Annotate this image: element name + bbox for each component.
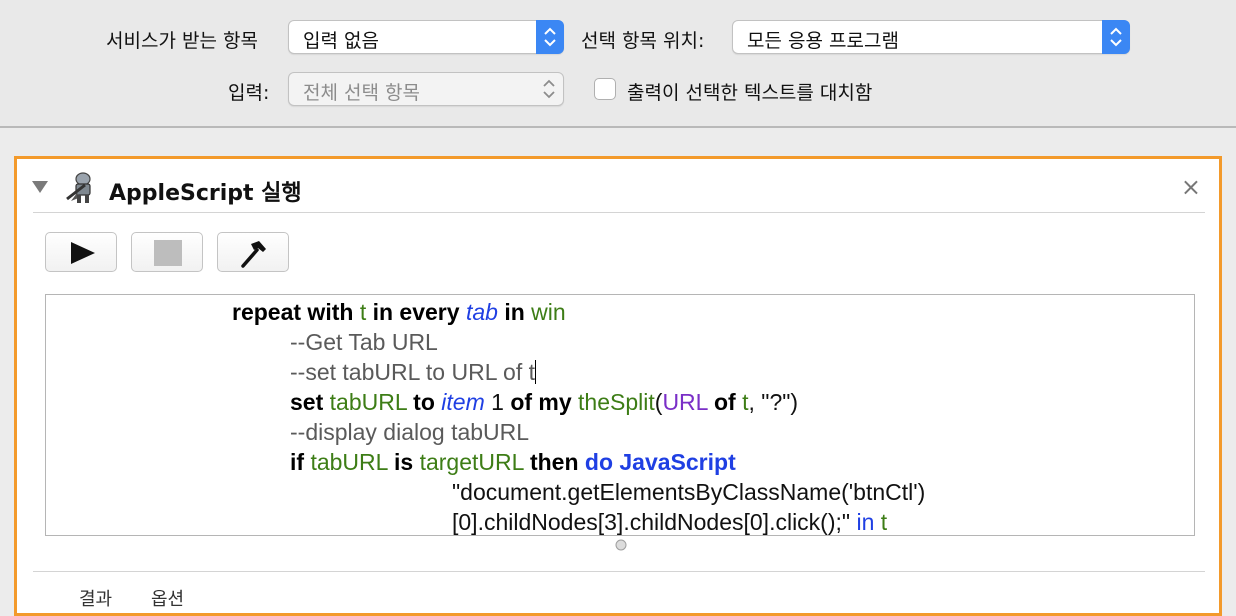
play-icon (71, 242, 95, 264)
code-line: "document.getElementsByClassName('btnCtl… (452, 479, 926, 505)
updown-arrows-icon (536, 20, 564, 54)
stop-button[interactable] (131, 232, 203, 272)
location-value: 모든 응용 프로그램 (747, 30, 899, 52)
text-cursor (535, 360, 536, 384)
service-settings-bar: 서비스가 받는 항목 입력 없음 선택 항목 위치: 모든 응용 프로그램 입력… (0, 0, 1236, 128)
updown-arrows-icon (1102, 20, 1130, 54)
applescript-robot-icon (63, 171, 99, 209)
header-divider (33, 212, 1205, 213)
code-line: --display dialog tabURL (290, 419, 530, 445)
compile-button[interactable] (217, 232, 289, 272)
input-type-value: 전체 선택 항목 (303, 82, 420, 104)
service-input-label: 서비스가 받는 항목 (106, 30, 258, 52)
run-button[interactable] (45, 232, 117, 272)
updown-arrows-icon (541, 78, 557, 100)
location-select[interactable]: 모든 응용 프로그램 (732, 20, 1130, 54)
code-line: --Get Tab URL (290, 329, 438, 355)
hammer-icon (241, 241, 266, 268)
location-label: 선택 항목 위치: (581, 30, 705, 52)
disclosure-triangle-icon[interactable] (31, 179, 49, 199)
stop-icon (154, 240, 182, 266)
tab-results[interactable]: 결과 (79, 585, 112, 611)
footer-divider (33, 571, 1205, 572)
tab-options[interactable]: 옵션 (151, 585, 184, 611)
script-editor[interactable]: repeat with t in every tab in win --Get … (45, 294, 1195, 536)
code-line: --set tabURL to URL of t (290, 359, 536, 385)
resize-handle[interactable] (614, 537, 628, 556)
code-line: if tabURL is targetURL then do JavaScrip… (290, 449, 736, 475)
code-line: [0].childNodes[3].childNodes[0].click();… (452, 509, 888, 535)
applescript-action-panel: AppleScript 실행 × repeat with t in every … (14, 156, 1222, 616)
replace-selection-checkbox[interactable] (594, 78, 616, 100)
close-icon[interactable]: × (1181, 173, 1201, 201)
service-input-value: 입력 없음 (303, 30, 379, 52)
input-label: 입력: (228, 82, 270, 104)
code-line: repeat with t in every tab in win (232, 299, 566, 325)
action-title: AppleScript 실행 (109, 181, 302, 206)
code-line: set tabURL to item 1 of my theSplit(URL … (290, 389, 799, 415)
service-input-select[interactable]: 입력 없음 (288, 20, 564, 54)
input-type-select[interactable]: 전체 선택 항목 (288, 72, 564, 106)
replace-selection-label: 출력이 선택한 텍스트를 대치함 (627, 82, 873, 104)
